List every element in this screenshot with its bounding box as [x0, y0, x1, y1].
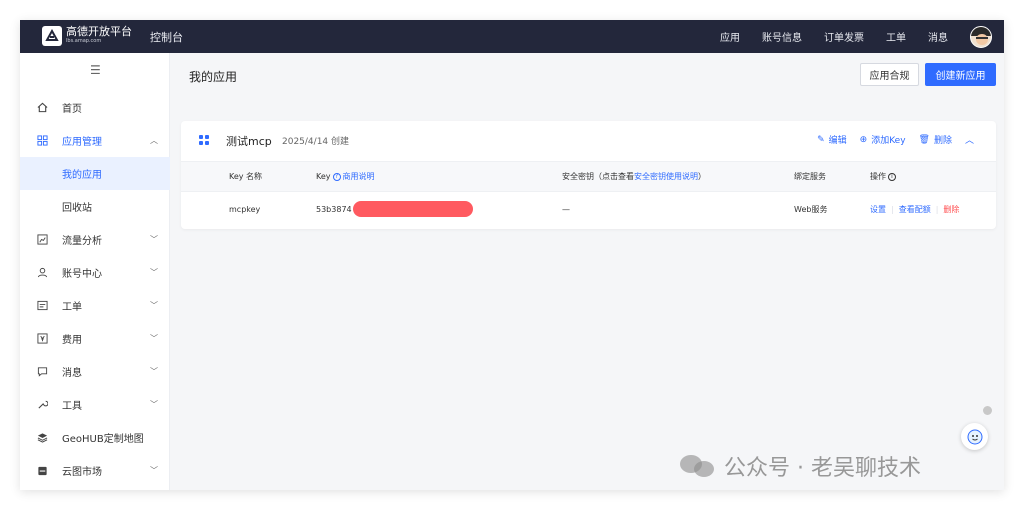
sidebar-item-label: 首页: [62, 104, 82, 115]
ticket-icon: [36, 300, 48, 312]
nav-tickets[interactable]: 工单: [886, 29, 906, 44]
edit-app-button[interactable]: ✎ 编辑: [817, 133, 847, 147]
main-content: 我的应用 应用合规 创建新应用 测试mcp 2025/4/14 创建 ✎ 编辑 …: [171, 53, 1004, 490]
key-value-cell: 53b3874: [316, 192, 473, 226]
store-icon: [36, 465, 48, 477]
app-card-header: 测试mcp 2025/4/14 创建 ✎ 编辑 ⊕ 添加Key 🗑 删除 ︿: [181, 121, 996, 161]
key-name-cell: mcpkey: [229, 204, 261, 214]
nav-apps[interactable]: 应用: [720, 29, 740, 44]
message-icon: [36, 366, 48, 378]
chevron-down-icon: ﹀: [150, 400, 158, 409]
support-assistant-icon[interactable]: [961, 423, 988, 450]
sidebar-item-label: 账号中心: [62, 269, 102, 280]
wrench-icon: [36, 399, 48, 411]
sidebar-item-account-center[interactable]: 账号中心 ﹀: [20, 256, 170, 289]
sidebar-item-geohub[interactable]: GeoHUB定制地图: [20, 421, 170, 454]
nav-messages[interactable]: 消息: [928, 29, 948, 44]
close-dot-icon[interactable]: [983, 406, 992, 415]
view-quota-link[interactable]: 查看配额: [899, 204, 931, 215]
logo-title: 高德开放平台: [66, 25, 132, 38]
app-card: 测试mcp 2025/4/14 创建 ✎ 编辑 ⊕ 添加Key 🗑 删除 ︿ K…: [181, 121, 996, 229]
chevron-down-icon: ﹀: [150, 268, 158, 277]
sidebar-item-tools[interactable]: 工具 ﹀: [20, 388, 170, 421]
trash-icon: 🗑: [918, 134, 930, 145]
keys-table-header: Key 名称 Key ? 商用说明 安全密钥（点击查看 安全密钥使用说明 ） 绑…: [181, 161, 996, 192]
operations-cell: 设置 | 查看配额 | 删除: [870, 204, 960, 215]
sidebar-item-label: 工单: [62, 302, 82, 313]
sidebar-item-traffic-analysis[interactable]: 流量分析 ﹀: [20, 223, 170, 256]
sidebar-item-label: 流量分析: [62, 236, 102, 247]
sidebar-item-tickets[interactable]: 工单 ﹀: [20, 289, 170, 322]
sidebar-item-messages[interactable]: 消息 ﹀: [20, 355, 170, 388]
page-title: 我的应用: [189, 70, 238, 84]
col-key: Key ? 商用说明: [316, 171, 375, 182]
sidebar-item-label: GeoHUB定制地图: [62, 434, 144, 445]
info-icon[interactable]: i: [888, 172, 896, 181]
add-key-button[interactable]: ⊕ 添加Key: [859, 133, 906, 147]
col-secret: 安全密钥（点击查看 安全密钥使用说明 ）: [562, 171, 706, 182]
col-operations: 操作 i: [870, 162, 898, 191]
sidebar-item-label: 消息: [62, 368, 82, 379]
nav-account-info[interactable]: 账号信息: [762, 29, 802, 44]
app-grid-icon: [199, 135, 210, 146]
secret-doc-link[interactable]: 安全密钥使用说明: [634, 171, 698, 182]
chevron-down-icon: ﹀: [150, 235, 158, 244]
chevron-down-icon: ﹀: [150, 367, 158, 376]
apps-grid-icon: [36, 135, 48, 147]
user-avatar[interactable]: [970, 25, 992, 48]
secret-cell: —: [562, 204, 570, 214]
layers-icon: [36, 432, 48, 444]
help-icon[interactable]: ?: [332, 172, 341, 181]
sidebar-item-label: 应用管理: [62, 137, 102, 148]
service-cell: Web服务: [794, 204, 828, 214]
user-icon: [36, 267, 48, 279]
app-actions: ✎ 编辑 ⊕ 添加Key 🗑 删除 ︿: [804, 133, 974, 147]
top-nav-menu: 应用 账号信息 订单发票 工单 消息: [698, 20, 992, 53]
sidebar-menu: 首页 应用管理 ︿ 我的应用 回收站 流量分析 ﹀ 账号中心 ﹀ 工单 ﹀ 费用…: [20, 91, 170, 487]
delete-key-link[interactable]: 删除: [943, 204, 959, 215]
sidebar-item-app-management[interactable]: 应用管理 ︿: [20, 124, 170, 157]
edit-icon: ✎: [817, 134, 825, 145]
console-link[interactable]: 控制台: [150, 29, 183, 45]
nav-orders-invoices[interactable]: 订单发票: [824, 29, 864, 44]
sidebar-item-fees[interactable]: 费用 ﹀: [20, 322, 170, 355]
app-created-date: 2025/4/14 创建: [282, 137, 350, 147]
watermark: 公众号 · 老吴聊技术: [680, 450, 921, 482]
create-app-button[interactable]: 创建新应用: [925, 63, 996, 86]
app-window: 高德开放平台 lbs.amap.com 控制台 应用 账号信息 订单发票 工单 …: [20, 20, 1004, 490]
col-key-name: Key 名称: [229, 172, 263, 181]
chevron-up-icon: ︿: [150, 136, 158, 145]
wechat-icon: [680, 453, 716, 479]
app-name: 测试mcp: [226, 135, 272, 148]
hamburger-menu-icon[interactable]: ☰: [90, 63, 101, 77]
plus-circle-icon: ⊕: [859, 134, 868, 145]
key-settings-link[interactable]: 设置: [870, 204, 886, 215]
sidebar-item-home[interactable]: 首页: [20, 91, 170, 124]
home-icon: [36, 102, 48, 114]
commercial-doc-link[interactable]: 商用说明: [343, 171, 375, 182]
amap-logo-icon[interactable]: [42, 26, 62, 46]
app-compliance-button[interactable]: 应用合规: [860, 63, 919, 86]
sidebar-subitem-my-apps[interactable]: 我的应用: [20, 157, 170, 190]
sidebar-subitem-recycle-bin[interactable]: 回收站: [20, 190, 170, 223]
sidebar-item-cloud-map-market[interactable]: 云图市场 ﹀: [20, 454, 170, 487]
sidebar-item-label: 云图市场: [62, 467, 102, 478]
sidebar-item-label: 工具: [62, 401, 82, 412]
sidebar: ☰ 首页 应用管理 ︿ 我的应用 回收站 流量分析 ﹀ 账号中心 ﹀ 工单 ﹀ …: [20, 53, 170, 490]
chevron-down-icon: ﹀: [150, 334, 158, 343]
sidebar-item-label: 费用: [62, 335, 82, 346]
collapse-chevron-up-icon[interactable]: ︿: [965, 133, 974, 146]
chart-icon: [36, 234, 48, 246]
chevron-down-icon: ﹀: [150, 301, 158, 310]
logo-subtitle: lbs.amap.com: [66, 38, 102, 44]
delete-app-button[interactable]: 🗑 删除: [918, 133, 952, 147]
col-bound-service: 绑定服务: [794, 172, 826, 181]
yen-icon: [36, 333, 48, 345]
redaction-bar: [352, 201, 473, 217]
top-navbar: 高德开放平台 lbs.amap.com 控制台 应用 账号信息 订单发票 工单 …: [20, 20, 1004, 53]
table-row: mcpkey 53b3874 — Web服务 设置 | 查看配额 | 删除: [181, 192, 996, 226]
chevron-down-icon: ﹀: [150, 466, 158, 475]
